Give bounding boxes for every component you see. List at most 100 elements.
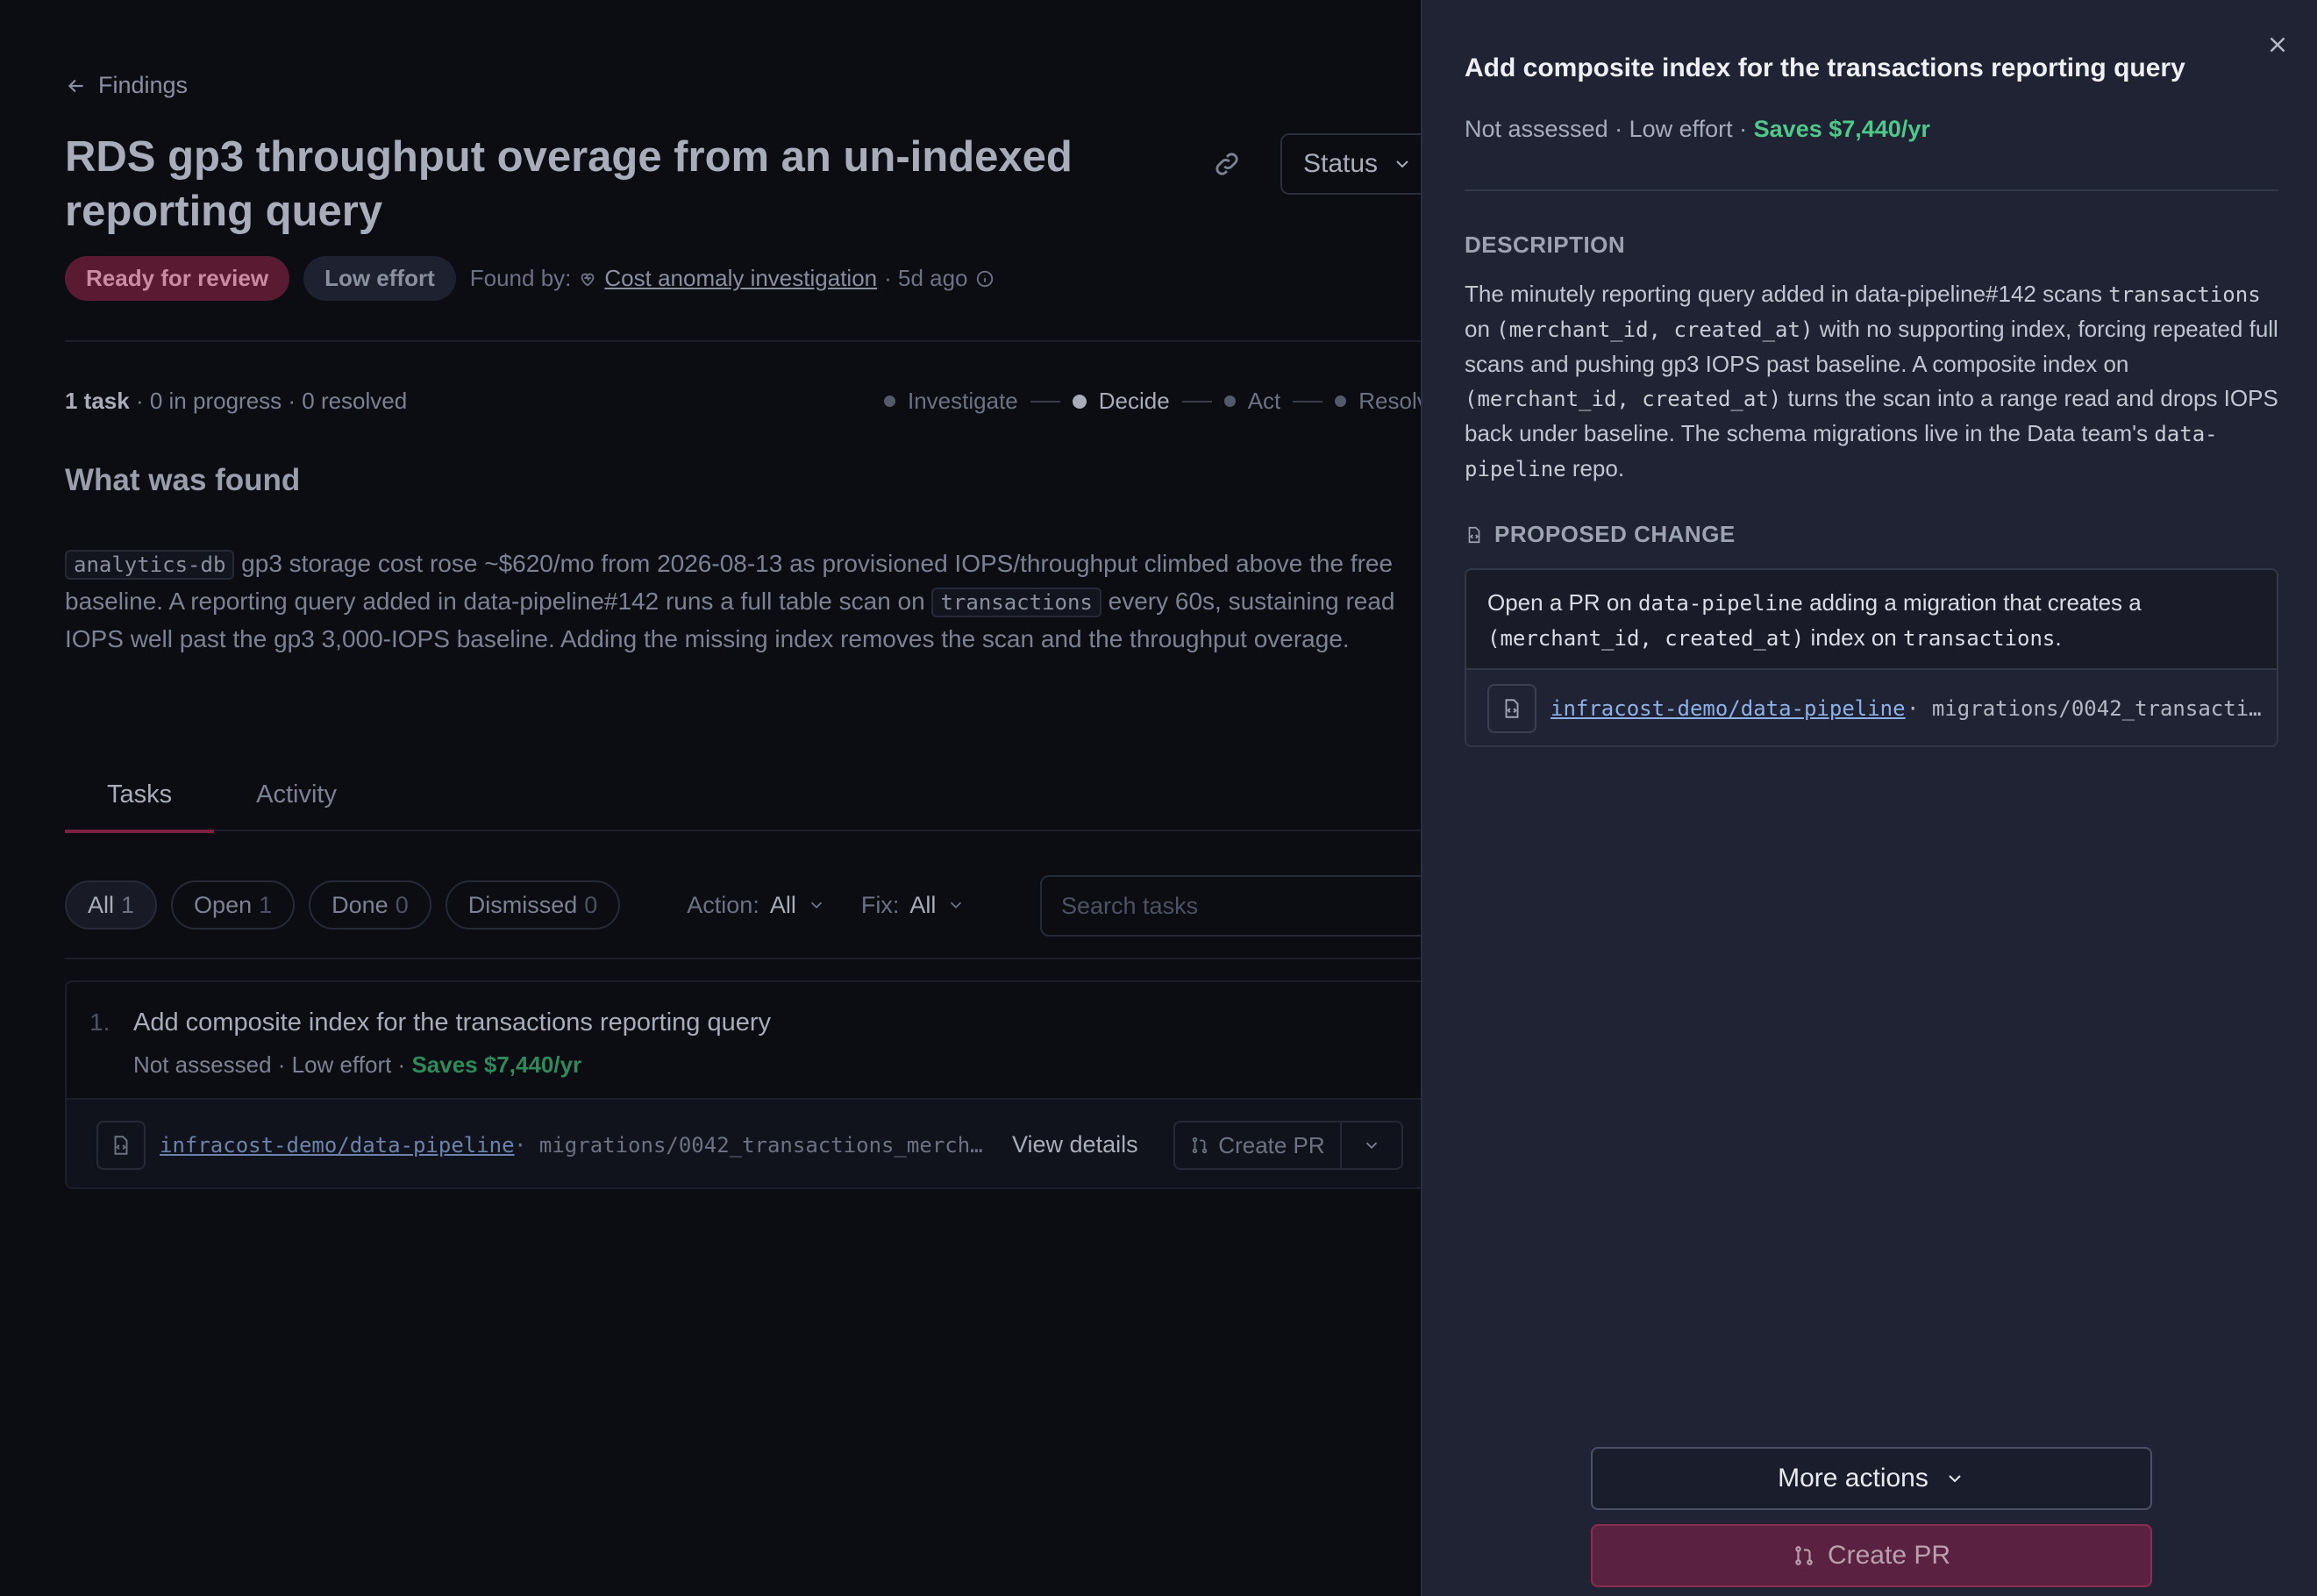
desc-code: (merchant_id, created_at) [1465, 387, 1782, 411]
step-dot [1335, 395, 1347, 407]
status-label: Status [1303, 149, 1379, 178]
chevron-down-icon [1396, 160, 1408, 168]
info-icon[interactable] [975, 269, 995, 289]
task-meta-text: Not assessed · Low effort · [133, 1051, 412, 1078]
pc-text: . [2055, 624, 2062, 651]
proposed-change-card: Open a PR on data-pipeline adding a migr… [1465, 568, 2278, 747]
task-meta: Not assessed · Low effort · Saves $7,440… [133, 1051, 581, 1079]
chevron-down-icon [1365, 1142, 1378, 1150]
step-connector [1181, 400, 1212, 403]
view-details-button[interactable]: View details [1012, 1131, 1138, 1158]
found-by: Found by: Cost anomaly investigation · 5… [470, 265, 995, 292]
git-pull-request-icon [1193, 1136, 1208, 1154]
fix-filter-label: Fix: [860, 891, 900, 918]
panel-title: Add composite index for the transactions… [1465, 53, 2185, 82]
step-dot [884, 395, 895, 407]
create-pr-options-button[interactable] [1342, 1121, 1403, 1170]
step-resolve: Resolve [1358, 388, 1421, 414]
action-filter-dropdown[interactable]: Action: All [687, 892, 826, 919]
git-pull-request-icon [1795, 1546, 1813, 1565]
task-summary: 1 task · 0 in progress · 0 resolved [65, 388, 407, 415]
desc-text: The minutely reporting query added in da… [1465, 281, 2109, 307]
create-pr-label: Create PR [1218, 1131, 1325, 1158]
filter-count: 0 [395, 891, 409, 918]
pc-text: index on [1804, 624, 1903, 651]
proposed-change-text: Open a PR on data-pipeline adding a migr… [1466, 570, 2277, 668]
step-dot-active [1072, 394, 1087, 409]
tab-bar: Tasks Activity [65, 772, 1421, 833]
more-actions-button[interactable]: More actions [1591, 1447, 2152, 1510]
filter-open[interactable]: Open 1 [171, 880, 296, 930]
pc-text: adding a migration that creates a [1802, 589, 2142, 616]
task-footer: infracost-demo/data-pipeline · migration… [67, 1098, 1421, 1187]
action-filter-label: Action: [687, 891, 759, 918]
panel-savings: Saves $7,440/yr [1753, 116, 1930, 142]
filter-dismissed[interactable]: Dismissed 0 [445, 880, 621, 930]
pc-code: transactions [1902, 626, 2056, 651]
panel-meta-text: Not assessed · Low effort · [1465, 116, 1754, 142]
tab-tasks[interactable]: Tasks [65, 772, 215, 833]
task-title: Add composite index for the transactions… [133, 1008, 772, 1037]
finding-page: Findings RDS gp3 throughput overage from… [0, 0, 1421, 1596]
step-act: Act [1247, 388, 1281, 414]
step-dot [1223, 395, 1236, 407]
section-heading: What was found [65, 463, 301, 497]
filter-label: Dismissed [467, 891, 578, 918]
effort-badge: Low effort [303, 256, 456, 301]
task-filters: All 1 Open 1 Done 0 Dismissed 0 Action: All … [65, 880, 966, 930]
task-repo-link[interactable]: infracost-demo/data-pipeline [160, 1133, 515, 1158]
filter-count: 1 [121, 891, 135, 918]
table-chip: transactions [931, 588, 1101, 617]
back-link[interactable]: Findings [65, 72, 188, 99]
panel-file-path: · migrations/0042_transacti… [1907, 696, 2262, 721]
description-text: The minutely reporting query added in da… [1465, 277, 2278, 487]
filter-count: 1 [259, 891, 273, 918]
proposed-change-label: PROPOSED CHANGE [1494, 521, 1736, 547]
found-by-source-link[interactable]: Cost anomaly investigation [604, 265, 877, 292]
close-icon[interactable] [2264, 32, 2291, 58]
proposed-change-heading: PROPOSED CHANGE [1465, 521, 1736, 548]
found-by-label: Found by: [469, 265, 572, 291]
task-number: 1. [89, 1008, 111, 1036]
proposed-change-file: infracost-demo/data-pipeline · migration… [1466, 668, 2277, 745]
finding-summary: analytics-db gp3 storage cost rose ~$620… [65, 545, 1407, 658]
link-icon[interactable] [1212, 149, 1242, 179]
filter-label: Done [332, 891, 389, 918]
pc-code: (merchant_id, created_at) [1487, 626, 1805, 651]
description-heading: DESCRIPTION [1465, 232, 1626, 258]
finding-meta: Ready for review Low effort Found by: Co… [65, 256, 995, 301]
tab-activity[interactable]: Activity [214, 772, 379, 831]
task-savings: Saves $7,440/yr [411, 1051, 582, 1078]
db-chip: analytics-db [65, 550, 235, 580]
filter-label: Open [194, 891, 253, 918]
page-title: RDS gp3 throughput overage from an un-in… [65, 133, 1073, 235]
found-age: · 5d ago [884, 265, 968, 291]
status-dropdown[interactable]: Status [1280, 133, 1421, 195]
chevron-down-icon [810, 901, 822, 909]
desc-text: on [1465, 316, 1497, 342]
back-label: Findings [98, 72, 189, 98]
pc-text: Open a PR on [1487, 589, 1638, 616]
action-filter-value: All [769, 891, 796, 918]
filter-all[interactable]: All 1 [65, 880, 158, 930]
panel-meta: Not assessed · Low effort · Saves $7,440… [1465, 116, 1930, 143]
task-detail-panel: Add composite index for the transactions… [1421, 0, 2317, 1596]
fix-filter-dropdown[interactable]: Fix: All [861, 892, 966, 919]
pc-code: data-pipeline [1638, 591, 1803, 616]
desc-code: transactions [2108, 282, 2261, 307]
divider [65, 958, 1421, 959]
task-count: 1 task [65, 388, 130, 414]
create-pr-button[interactable]: Create PR [1591, 1524, 2152, 1587]
file-code-icon [96, 1121, 146, 1170]
search-tasks-input[interactable]: Search tasks [1040, 875, 1421, 937]
task-file-path: · migrations/0042_transactions_merch… [514, 1133, 983, 1158]
more-actions-label: More actions [1778, 1464, 1928, 1493]
filter-done[interactable]: Done 0 [309, 880, 431, 930]
filter-count: 0 [584, 891, 598, 918]
panel-repo-link[interactable]: infracost-demo/data-pipeline [1551, 696, 1906, 721]
filter-label: All [88, 891, 115, 918]
task-create-pr-button[interactable]: Create PR [1173, 1121, 1342, 1170]
create-pr-label: Create PR [1827, 1541, 1951, 1570]
task-row[interactable]: 1. Add composite index for the transacti… [65, 980, 1421, 1189]
step-decide: Decide [1098, 388, 1170, 414]
